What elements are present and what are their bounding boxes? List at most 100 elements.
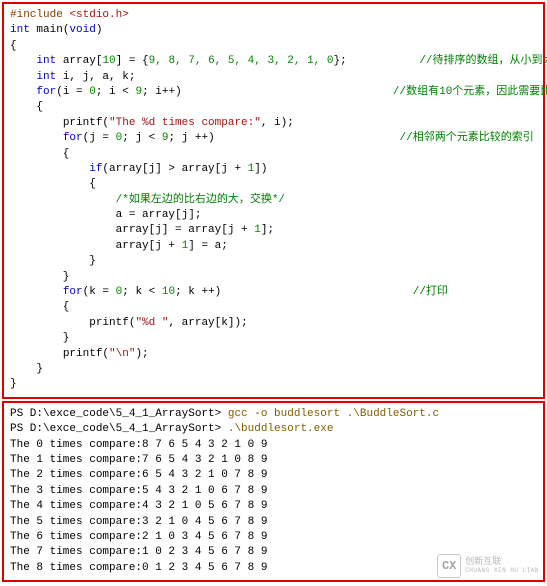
term-cmd: .\buddlesort.exe (228, 423, 334, 435)
watermark-line1: 创新互联 (465, 558, 539, 568)
code-text: ] = a; (188, 240, 228, 252)
comment: //打印 (413, 286, 448, 298)
indent (10, 86, 36, 98)
keyword: int (36, 55, 56, 67)
indent (10, 317, 89, 329)
term-output: The 0 times compare:8 7 6 5 4 3 2 1 0 9 (10, 438, 537, 453)
brace-line: } (10, 362, 537, 377)
code-line: int i, j, a, k; (10, 70, 537, 85)
func-call: printf (63, 117, 103, 129)
watermark-logo-icon: CX (437, 554, 461, 578)
pad (347, 55, 420, 67)
code-text: ]; (261, 224, 274, 236)
code-line: printf("\n"); (10, 347, 537, 362)
number-list: 9, 8, 7, 6, 5, 4, 3, 2, 1, 0 (149, 55, 334, 67)
code-text: i, j, a, k; (56, 71, 135, 83)
term-output: The 3 times compare:5 4 3 2 1 0 6 7 8 9 (10, 484, 537, 499)
func-call: printf (63, 348, 103, 360)
term-prompt: PS D:\exce_code\5_4_1_ArraySort> (10, 408, 228, 420)
code-text: }; (334, 55, 347, 67)
keyword: int (10, 24, 30, 36)
pad (215, 132, 400, 144)
keyword: for (36, 86, 56, 98)
watermark-text: 创新互联 CHUANG XIN HU LIAN (465, 558, 539, 574)
code-text: ]) (254, 163, 267, 175)
term-output: The 1 times compare:7 6 5 4 3 2 1 0 8 9 (10, 453, 537, 468)
code-text: ] = { (116, 55, 149, 67)
code-line: if(array[j] > array[j + 1]) (10, 162, 537, 177)
indent (10, 132, 63, 144)
brace-line: { (10, 100, 537, 115)
watermark: CX 创新互联 CHUANG XIN HU LIAN (437, 554, 539, 578)
code-line: for(j = 0; j < 9; j ++) //相邻两个元素比较的索引 (10, 131, 537, 146)
code-line: #include <stdio.h> (10, 8, 537, 23)
code-text: ; k ++) (175, 286, 221, 298)
include-path: <stdio.h> (63, 9, 129, 21)
code-text: (array[j] > array[j + (102, 163, 247, 175)
indent (10, 55, 36, 67)
pad (221, 286, 412, 298)
number: 10 (162, 286, 175, 298)
term-cmd: gcc -o buddlesort .\BuddleSort.c (228, 408, 439, 420)
comment: //数组有10个元素，因此需要比较9次 (393, 86, 547, 98)
code-text: ); (135, 348, 148, 360)
string: "The %d times compare:" (109, 117, 261, 129)
code-line: int main(void) (10, 23, 537, 38)
code-text: ; i++) (142, 86, 182, 98)
term-output: The 2 times compare:6 5 4 3 2 1 0 7 8 9 (10, 468, 537, 483)
brace-line: } (10, 254, 537, 269)
string: "\n" (109, 348, 135, 360)
indent (10, 286, 63, 298)
keyword: void (69, 24, 95, 36)
code-text: , array[k]); (168, 317, 247, 329)
string: "%d " (135, 317, 168, 329)
keyword: for (63, 132, 83, 144)
brace-line: } (10, 377, 537, 392)
indent (10, 71, 36, 83)
code-line: for(i = 0; i < 9; i++) //数组有10个元素，因此需要比较… (10, 85, 537, 100)
brace-line: } (10, 331, 537, 346)
brace-line: { (10, 177, 537, 192)
number: 1 (254, 224, 261, 236)
code-text: ; j < (122, 132, 162, 144)
indent (10, 117, 63, 129)
keyword: for (63, 286, 83, 298)
code-line: for(k = 0; k < 10; k ++) //打印 (10, 285, 537, 300)
code-text: ) (96, 24, 103, 36)
term-output: The 6 times compare:2 1 0 3 4 5 6 7 8 9 (10, 530, 537, 545)
code-text: ; j ++) (168, 132, 214, 144)
keyword: int (36, 71, 56, 83)
term-output: The 5 times compare:3 2 1 0 4 5 6 7 8 9 (10, 515, 537, 530)
func-call: printf (89, 317, 129, 329)
term-output: The 4 times compare:4 3 2 1 0 5 6 7 8 9 (10, 499, 537, 514)
code-line: printf("The %d times compare:", i); (10, 116, 537, 131)
number: 10 (102, 55, 115, 67)
terminal-panel: PS D:\exce_code\5_4_1_ArraySort> gcc -o … (2, 401, 545, 582)
watermark-line2: CHUANG XIN HU LIAN (465, 568, 539, 575)
term-line: PS D:\exce_code\5_4_1_ArraySort> gcc -o … (10, 407, 537, 422)
code-text: (j = (83, 132, 116, 144)
comment: /*如果左边的比右边的大，交换*/ (116, 194, 285, 206)
brace-line: { (10, 147, 537, 162)
brace-line: { (10, 300, 537, 315)
code-line: array[j + 1] = a; (10, 239, 537, 254)
brace-line: } (10, 270, 537, 285)
code-text: array[j] = array[j + (10, 224, 254, 236)
code-line: array[j] = array[j + 1]; (10, 223, 537, 238)
code-text: (i = (56, 86, 89, 98)
code-line: /*如果左边的比右边的大，交换*/ (10, 193, 537, 208)
number: 0 (89, 86, 96, 98)
code-text: (k = (83, 286, 116, 298)
code-text: main( (30, 24, 70, 36)
pad (182, 86, 393, 98)
comment: //相邻两个元素比较的索引 (400, 132, 534, 144)
term-line: PS D:\exce_code\5_4_1_ArraySort> .\buddl… (10, 422, 537, 437)
brace-line: { (10, 39, 537, 54)
keyword: if (89, 163, 102, 175)
code-line: printf("%d ", array[k]); (10, 316, 537, 331)
code-text: array[ (56, 55, 102, 67)
term-prompt: PS D:\exce_code\5_4_1_ArraySort> (10, 423, 228, 435)
code-line: a = array[j]; (10, 208, 537, 223)
code-text: , i); (261, 117, 294, 129)
indent (10, 194, 116, 206)
